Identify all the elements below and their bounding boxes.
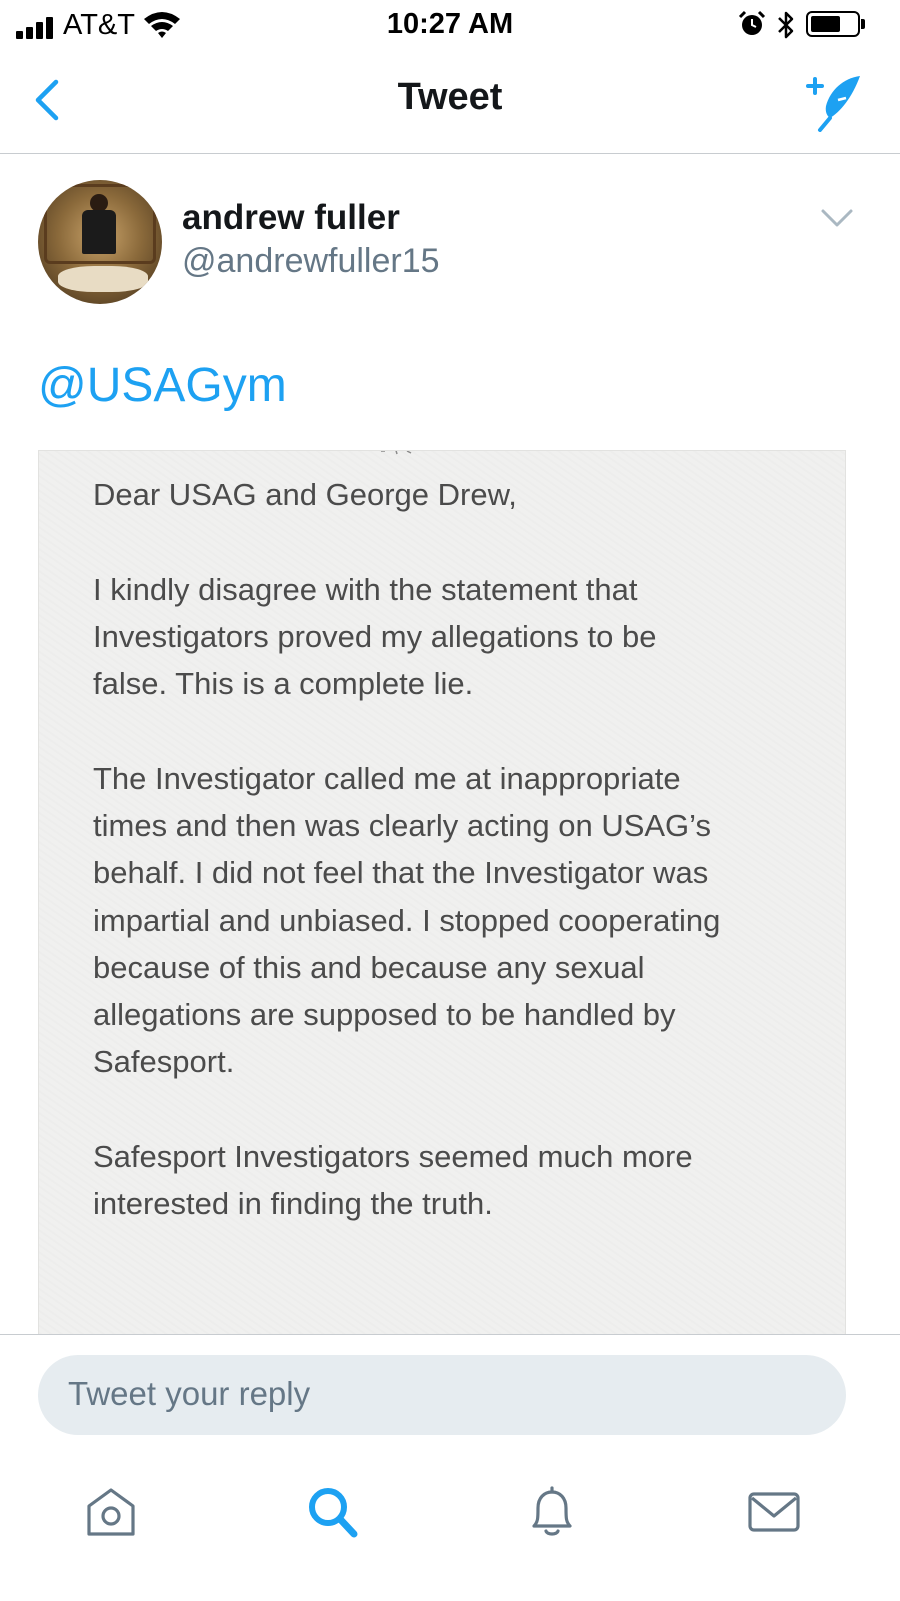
home-icon[interactable]	[83, 1484, 139, 1540]
author-display-name[interactable]: andrew fuller	[182, 198, 400, 238]
reply-placeholder: Tweet your reply	[68, 1375, 311, 1412]
cropped-text-fragment	[381, 451, 412, 455]
nav-bar: Tweet	[0, 50, 900, 154]
status-bar: AT&T 10:27 AM	[0, 0, 900, 50]
page-title: Tweet	[397, 76, 503, 118]
chevron-down-icon[interactable]	[820, 207, 854, 229]
reply-input[interactable]: Tweet your reply	[38, 1355, 846, 1435]
compose-tweet-icon[interactable]	[800, 72, 866, 132]
note-paragraph-3: Safesport Investigators seemed much more…	[93, 1139, 693, 1222]
author-handle[interactable]: @andrewfuller15	[182, 242, 440, 281]
note-greeting: Dear USAG and George Drew,	[93, 477, 517, 512]
tweet-image[interactable]: Dear USAG and George Drew, I kindly disa…	[38, 450, 846, 1335]
avatar[interactable]	[38, 180, 162, 304]
bluetooth-icon	[778, 11, 794, 39]
search-icon[interactable]	[304, 1484, 360, 1540]
note-paragraph-1: I kindly disagree with the statement tha…	[93, 572, 657, 702]
battery-tip	[861, 19, 865, 29]
tab-bar	[0, 1448, 900, 1601]
tweet-mention-link[interactable]: @USAGym	[38, 358, 287, 413]
note-paragraph-2: The Investigator called me at inappropri…	[93, 761, 721, 1080]
reply-bar: Tweet your reply	[0, 1334, 900, 1448]
messages-envelope-icon[interactable]	[746, 1484, 802, 1540]
alarm-icon	[738, 10, 766, 35]
notifications-bell-icon[interactable]	[524, 1484, 580, 1540]
battery-icon	[806, 11, 860, 37]
